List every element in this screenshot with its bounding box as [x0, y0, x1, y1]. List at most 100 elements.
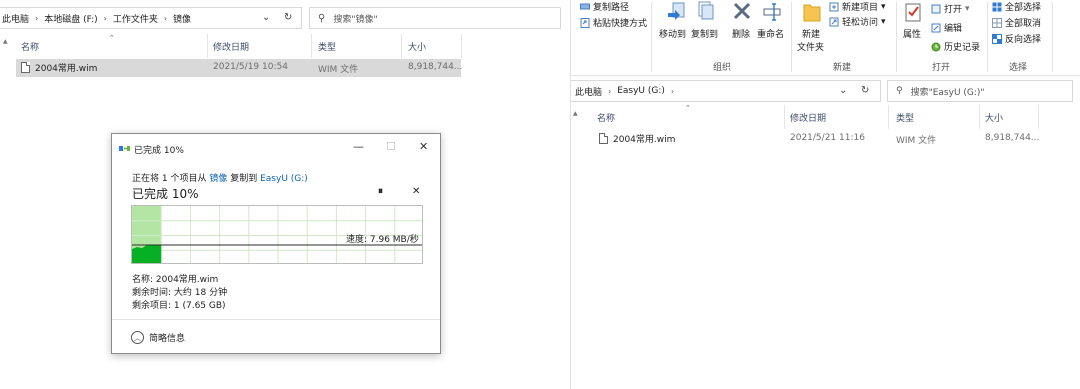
file-name: 2004常用.wim	[35, 64, 98, 74]
rename-icon	[763, 3, 781, 21]
breadcrumb-easyu-drive[interactable]: EasyU (G:)	[617, 86, 665, 96]
ribbon-group-divider	[791, 2, 792, 72]
breadcrumb-this-pc[interactable]: 此电脑	[2, 12, 29, 25]
chevron-right-icon: ›	[163, 13, 168, 23]
select-all-button[interactable]: 全部选择	[992, 0, 1041, 13]
less-details-label: 简略信息	[149, 334, 186, 344]
dropdown-arrow-icon: ▾	[881, 1, 886, 12]
file-type: WIM 文件	[896, 136, 937, 146]
scroll-up-icon[interactable]: ▲	[573, 110, 578, 117]
ribbon: 复制路径 粘贴快捷方式 移动到 复制到 删除 重命名 组织 新建 文件夹 新建项…	[571, 0, 1080, 76]
dropdown-arrow-icon: ▾	[881, 16, 886, 27]
file-type: WIM 文件	[318, 65, 359, 75]
pause-button[interactable]: ⏸	[378, 186, 383, 197]
percent-complete: 已完成 10%	[132, 187, 199, 201]
easy-access-button[interactable]: 轻松访问 ▾	[829, 15, 886, 28]
column-divider[interactable]	[207, 34, 208, 58]
column-divider[interactable]	[461, 34, 462, 58]
paste-shortcut-button[interactable]: 粘贴快捷方式	[580, 16, 647, 29]
file-name-cell[interactable]: 2004常用.wim	[21, 61, 97, 74]
properties-button[interactable]: 属性	[903, 27, 921, 40]
minimize-button[interactable]: —	[353, 140, 364, 153]
column-header-modified[interactable]: 修改日期	[213, 34, 249, 58]
new-folder-button[interactable]: 新建	[802, 27, 820, 40]
scroll-up-icon[interactable]: ▲	[3, 38, 8, 45]
copy-path-button[interactable]: 复制路径	[580, 0, 629, 13]
history-button[interactable]: 历史记录	[931, 40, 980, 53]
new-item-button[interactable]: 新建项目 ▾	[829, 0, 886, 13]
new-folder-label-2: 文件夹	[797, 43, 825, 53]
select-none-button[interactable]: 全部取消	[992, 16, 1041, 29]
select-all-label: 全部选择	[1005, 3, 1042, 13]
column-header-name[interactable]: 名称	[21, 34, 39, 58]
select-all-icon	[992, 1, 1002, 12]
column-header-type[interactable]: 类型	[318, 34, 336, 58]
edit-icon	[931, 23, 941, 32]
cancel-copy-icon[interactable]: ✕	[412, 186, 420, 197]
right-address-bar[interactable]: 此电脑 › EasyU (G:) › ⌄ ↻	[571, 80, 881, 102]
open-button[interactable]: 打开 ▾	[931, 2, 970, 15]
invert-selection-icon	[992, 33, 1002, 44]
delete-button[interactable]: 删除	[732, 27, 750, 40]
source-link[interactable]: 镜像	[209, 174, 227, 184]
time-remaining-info: 剩余时间: 大约 18 分钟	[132, 288, 228, 298]
column-header-size[interactable]: 大小	[408, 34, 426, 58]
right-search-placeholder: 搜索"EasyU (G:)"	[910, 87, 985, 98]
select-none-icon	[992, 17, 1002, 28]
refresh-icon[interactable]: ↻	[284, 12, 292, 23]
column-header-name[interactable]: 名称	[597, 105, 615, 129]
copy-to-label: 复制到	[691, 30, 719, 40]
column-header-size[interactable]: 大小	[985, 105, 1003, 129]
column-header-modified[interactable]: 修改日期	[790, 105, 826, 129]
left-search-box[interactable]: ⚲ 搜索"镜像"	[309, 7, 561, 29]
breadcrumb-this-pc[interactable]: 此电脑	[575, 85, 602, 98]
column-divider[interactable]	[401, 34, 402, 58]
file-modified: 2021/5/19 10:54	[213, 62, 288, 72]
chevron-down-icon[interactable]: ⌄	[839, 85, 847, 96]
open-label: 打开	[944, 5, 963, 15]
file-name-cell[interactable]: 2004常用.wim	[599, 132, 675, 145]
less-details-button[interactable]: ︿ 简略信息	[131, 331, 185, 344]
speed-label: 速度: 7.96 MB/秒	[346, 235, 419, 245]
file-size: 8,918,744...	[408, 62, 463, 72]
left-address-bar[interactable]: 此电脑 › 本地磁盘 (F:) › 工作文件夹 › 镜像 ⌄ ↻	[0, 7, 302, 29]
file-icon	[21, 62, 30, 73]
edit-button[interactable]: 编辑	[931, 21, 962, 34]
move-to-button[interactable]: 移动到	[659, 27, 686, 40]
breadcrumb-work-folder[interactable]: 工作文件夹	[113, 12, 158, 25]
column-divider[interactable]	[784, 105, 785, 129]
chevron-right-icon: ›	[608, 86, 612, 96]
history-label: 历史记录	[944, 43, 981, 53]
column-divider[interactable]	[979, 105, 980, 129]
copy-description: 正在将 1 个项目从 镜像 复制到 EasyU (G:)	[132, 171, 308, 184]
paste-shortcut-label: 粘贴快捷方式	[593, 19, 648, 29]
refresh-icon[interactable]: ↻	[861, 85, 869, 96]
right-search-box[interactable]: ⚲ 搜索"EasyU (G:)"	[887, 80, 1073, 102]
new-folder-button-line2[interactable]: 文件夹	[797, 40, 824, 53]
dialog-title-bar[interactable]: 已完成 10% — ☐ ✕	[112, 134, 440, 162]
copy-description-mid: 复制到	[230, 174, 258, 184]
chevron-up-icon: ︿	[131, 331, 144, 344]
column-divider[interactable]	[311, 34, 312, 58]
copy-description-prefix: 正在将 1 个项目从	[132, 174, 207, 184]
ribbon-group-organize-label: 组织	[713, 63, 732, 73]
invert-selection-button[interactable]: 反向选择	[992, 32, 1041, 45]
history-icon	[931, 42, 941, 51]
column-header-type[interactable]: 类型	[896, 105, 914, 129]
file-modified: 2021/5/21 11:16	[790, 133, 865, 143]
copy-to-button[interactable]: 复制到	[691, 27, 718, 40]
breadcrumb-drive-f[interactable]: 本地磁盘 (F:)	[44, 12, 97, 25]
search-icon: ⚲	[896, 86, 903, 96]
search-icon: ⚲	[318, 12, 326, 24]
maximize-button: ☐	[386, 140, 396, 153]
chevron-down-icon[interactable]: ⌄	[262, 12, 270, 23]
column-divider[interactable]	[888, 105, 889, 129]
rename-button[interactable]: 重命名	[757, 27, 784, 40]
move-to-label: 移动到	[659, 30, 687, 40]
close-button[interactable]: ✕	[419, 140, 428, 153]
new-folder-icon	[803, 4, 821, 22]
destination-link[interactable]: EasyU (G:)	[260, 174, 308, 184]
breadcrumb-mirror[interactable]: 镜像	[173, 12, 191, 25]
column-divider[interactable]	[1038, 105, 1039, 129]
ribbon-group-new-label: 新建	[833, 63, 852, 73]
